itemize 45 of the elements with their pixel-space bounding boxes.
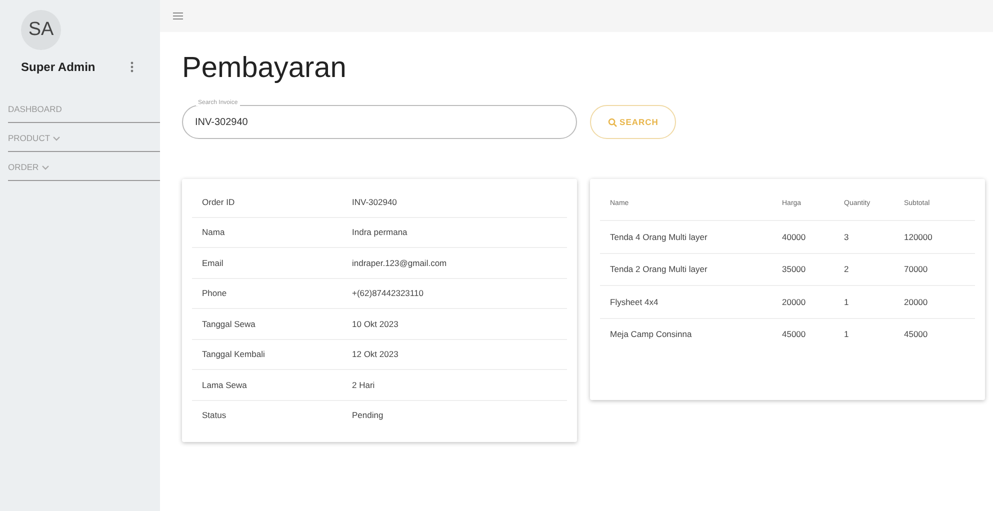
detail-value: 12 Okt 2023 [352,349,398,360]
detail-label: Lama Sewa [202,380,248,390]
detail-label: Tanggal Sewa [202,318,256,329]
nav-item[interactable]: PRODUCT [8,125,160,152]
nav-item[interactable]: ORDER [8,154,160,181]
caret-icon [53,136,60,140]
table-cell: 2 [843,253,903,286]
detail-label: Tanggal Kembali [202,349,266,360]
detail-label: Order ID [202,196,236,207]
more-icon[interactable] [130,61,134,73]
detail-value: 2 Hari [352,380,375,390]
detail-value: 10 Okt 2023 [352,318,398,329]
nav-item[interactable]: DASHBOARD [8,104,160,123]
table-cell: 1 [843,286,903,318]
page-title: Pembayaran [182,52,348,85]
table-cell: 20000 [781,286,843,318]
table-cell: Flysheet 4x4 [600,286,781,318]
table-cell: Tenda 4 Orang Multi layer [600,220,781,253]
table-cell: 20000 [903,286,975,318]
table-cell: Meja Camp Consinna [600,318,781,350]
table-cell: 70000 [903,253,975,286]
user-name: Super Admin [21,60,96,74]
detail-label: Phone [202,288,228,298]
avatar: SA [21,10,61,50]
search-icon [608,118,617,126]
detail-value: Pending [352,410,384,420]
table-cell: 120000 [903,220,975,253]
detail-value: Indra permana [352,227,408,238]
table-cell: 35000 [781,253,843,286]
detail-value: indraper.123@gmail.com [352,258,447,268]
detail-value: INV-302940 [352,196,397,207]
table-cell: 45000 [781,318,843,350]
caret-icon [42,164,49,170]
menu-icon[interactable] [173,12,183,20]
table-cell: 1 [843,318,903,350]
table-cell: 3 [843,220,903,253]
detail-label: Status [202,410,228,420]
detail-label: Nama [202,227,226,238]
search-button[interactable]: SEARCH [590,105,676,139]
detail-label: Email [202,258,224,268]
table-cell: Tenda 2 Orang Multi layer [600,253,781,286]
detail-value: +(62)87442323110 [352,288,424,298]
table-cell: 40000 [781,220,843,253]
table-cell: 45000 [903,318,975,350]
search-field[interactable]: INV-302940 [182,105,577,139]
